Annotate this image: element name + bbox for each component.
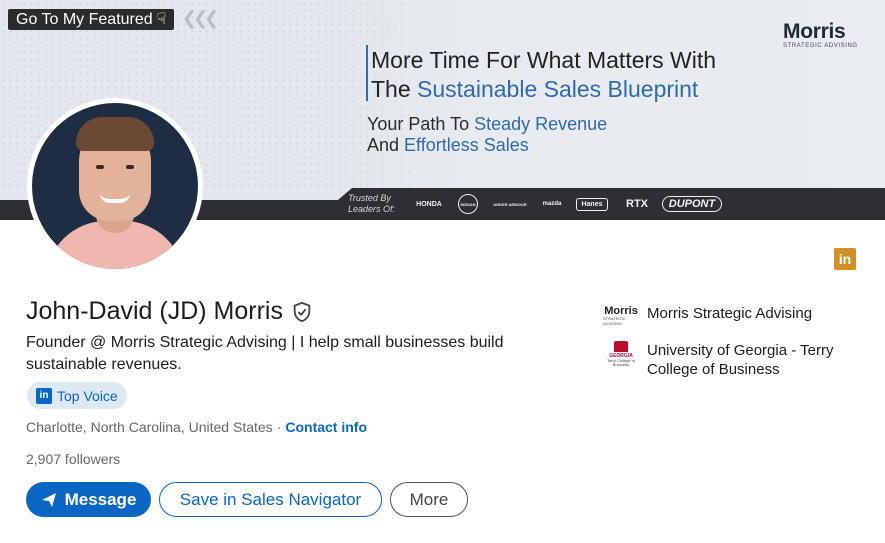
linkedin-icon: in — [36, 387, 52, 404]
separator-dot: · — [276, 419, 282, 435]
message-button[interactable]: Message — [26, 482, 151, 517]
subline-1-prefix: Your Path To — [367, 114, 475, 134]
company-logo-name: Morris — [604, 305, 638, 317]
followers-count: 2,907 followers — [26, 451, 121, 467]
more-button[interactable]: More — [390, 482, 468, 517]
hanes-logo-text: Hanes — [576, 197, 608, 211]
trusted-label-1: Trusted By — [348, 193, 391, 203]
subline-1-highlight: Steady Revenue — [474, 114, 608, 134]
uga-arch-icon — [614, 341, 628, 352]
location-row: Charlotte, North Carolina, United States… — [26, 419, 367, 435]
more-button-label: More — [409, 489, 449, 509]
rtx-logo: RTX — [612, 192, 662, 216]
profile-name: John-David (JD) Morris — [26, 297, 283, 325]
company-logo: Morris STRATEGIC ADVISING — [603, 304, 639, 328]
subline-1: Your Path To Steady Revenue — [367, 114, 607, 135]
send-icon — [41, 492, 56, 507]
brand-name: Morris — [783, 20, 846, 43]
brand-subtitle: STRATEGIC ADVISING — [783, 43, 858, 49]
profile-headline: Founder @ Morris Strategic Advising | I … — [26, 334, 504, 373]
hanes-logo: Hanes — [572, 192, 612, 216]
featured-tag-label: Go To My Featured — [16, 11, 153, 28]
subline-2: And Effortless Sales — [367, 135, 607, 156]
name-row: John-David (JD) Morris — [26, 297, 313, 326]
school-logo-sub: Terry College of Business — [606, 358, 635, 367]
dupont-logo-text: DUPONT — [661, 196, 723, 212]
avatar-hair — [76, 117, 154, 151]
headline-highlight: Sustainable Sales Blueprint — [417, 76, 699, 102]
trusted-label-2: Leaders Of: — [348, 204, 396, 214]
pointing-hand-icon: ☟ — [156, 11, 167, 28]
verified-shield-icon[interactable] — [291, 300, 313, 324]
top-voice-badge[interactable]: in Top Voice — [27, 382, 127, 409]
avatar — [32, 103, 198, 269]
nissan-logo-mark: NISSAN — [458, 194, 478, 214]
under-armour-logo: UNDER ARMOUR — [488, 192, 532, 216]
mazda-logo-text: mazda — [542, 201, 562, 207]
banner-subline: Your Path To Steady Revenue And Effortle… — [367, 114, 607, 156]
profile-photo[interactable] — [27, 98, 203, 274]
contact-info-link[interactable]: Contact info — [285, 419, 367, 435]
avatar-eye-left — [96, 165, 104, 169]
education-school[interactable]: GEORGIA Terry College of Business Univer… — [603, 341, 857, 379]
honda-logo: HONDA — [410, 192, 448, 216]
avatar-eye-right — [126, 165, 134, 169]
mazda-logo: mazda — [532, 192, 572, 216]
client-logos: HONDA NISSAN UNDER ARMOUR mazda Hanes RT… — [410, 192, 723, 216]
save-button-label: Save in Sales Navigator — [179, 489, 362, 509]
nissan-logo-text: NISSAN — [460, 201, 476, 207]
nissan-logo: NISSAN — [448, 192, 488, 216]
subline-2-highlight: Effortless Sales — [404, 135, 529, 155]
honda-logo-text: HONDA — [416, 200, 442, 208]
rtx-logo-text: RTX — [626, 198, 648, 210]
under-armour-logo-text: UNDER ARMOUR — [493, 201, 527, 207]
subline-2-prefix: And — [367, 135, 405, 155]
dupont-logo: DUPONT — [661, 192, 723, 216]
message-button-label: Message — [64, 489, 137, 509]
banner-headline: More Time For What Matters With The Sust… — [371, 46, 716, 104]
banner-brand-logo: Morris STRATEGIC ADVISING — [783, 20, 858, 49]
school-name: University of Georgia - Terry College of… — [647, 342, 834, 378]
school-logo: GEORGIA Terry College of Business — [603, 341, 639, 373]
headline-prefix: The — [371, 76, 418, 102]
banner-headline-line2: The Sustainable Sales Blueprint — [371, 75, 716, 104]
trusted-by-label: Trusted By Leaders Of: — [348, 193, 395, 215]
chevron-left-icon: ❮❮❮ — [182, 8, 219, 28]
location-text: Charlotte, North Carolina, United States — [26, 419, 273, 435]
top-voice-label: Top Voice — [57, 387, 118, 404]
current-company[interactable]: Morris STRATEGIC ADVISING Morris Strateg… — [603, 304, 857, 328]
company-name: Morris Strategic Advising — [647, 305, 813, 322]
linkedin-icon[interactable]: in — [834, 248, 856, 270]
banner-headline-line1: More Time For What Matters With — [371, 47, 717, 73]
go-to-featured-link[interactable]: Go To My Featured ☟ — [8, 9, 175, 30]
headline-accent-bar — [366, 45, 368, 101]
company-logo-sub: STRATEGIC ADVISING — [603, 316, 626, 326]
save-in-sales-navigator-button[interactable]: Save in Sales Navigator — [159, 482, 382, 517]
